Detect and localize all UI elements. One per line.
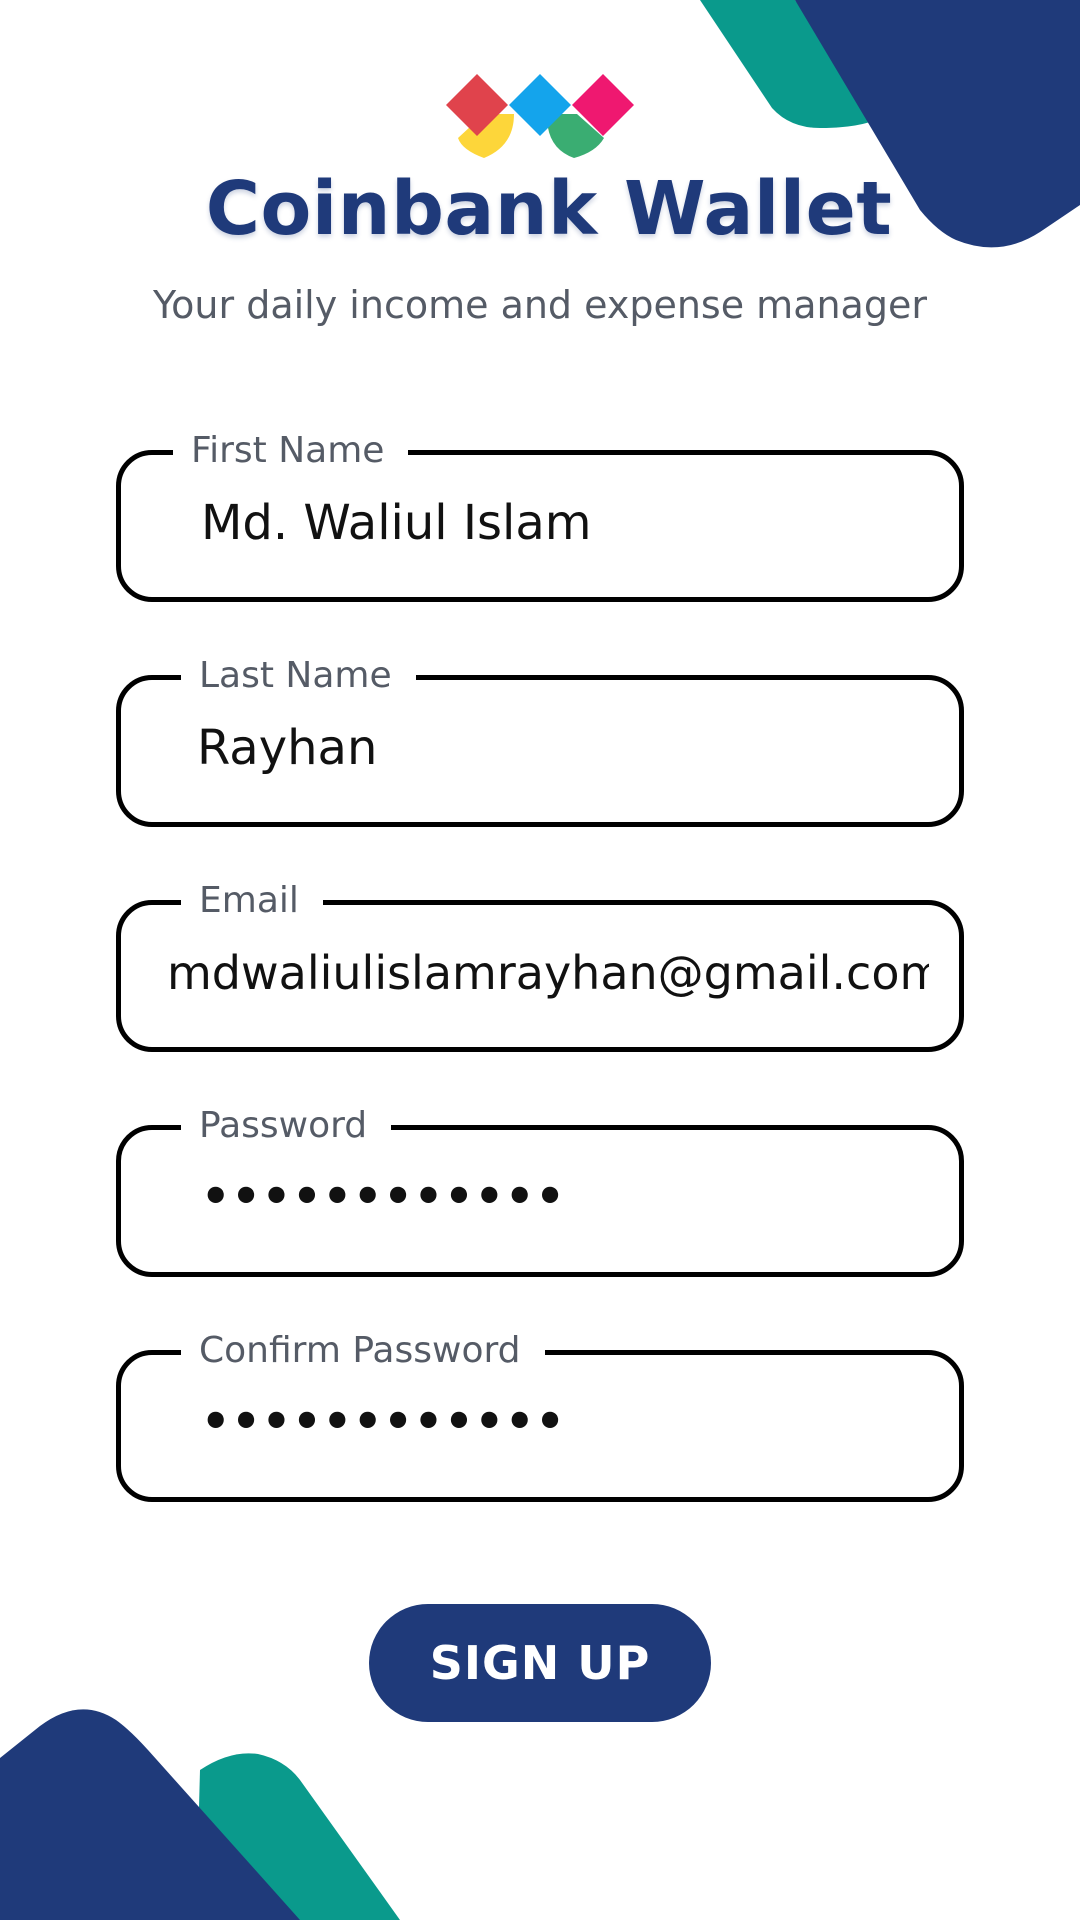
bottom-corner-decoration (0, 1709, 400, 1920)
email-field[interactable]: Email mdwaliulislamrayhan@gmail.com (116, 879, 964, 1052)
email-label: Email (181, 879, 323, 923)
first-name-input[interactable]: Md. Waliul Islam (201, 493, 929, 553)
confirm-password-field[interactable]: Confirm Password •••••••••••• (116, 1329, 964, 1502)
first-name-label: First Name (173, 429, 409, 473)
confirm-password-label: Confirm Password (181, 1329, 545, 1373)
last-name-label: Last Name (181, 654, 416, 698)
email-input[interactable]: mdwaliulislamrayhan@gmail.com (167, 943, 929, 1003)
app-subtitle: Your daily income and expense manager (153, 283, 927, 327)
password-input[interactable]: •••••••••••• (201, 1166, 929, 1226)
password-field[interactable]: Password •••••••••••• (116, 1104, 964, 1277)
app-title: Coinbank Wallet (205, 166, 893, 252)
signup-button[interactable]: SIGN UP (369, 1604, 711, 1722)
last-name-input[interactable]: Rayhan (197, 718, 929, 778)
confirm-password-input[interactable]: •••••••••••• (201, 1391, 929, 1451)
coinbank-logo-icon (446, 74, 634, 158)
password-label: Password (181, 1104, 392, 1148)
last-name-field[interactable]: Last Name Rayhan (116, 654, 964, 827)
signup-screen: Coinbank Wallet Your daily income and ex… (0, 0, 1080, 1920)
first-name-field[interactable]: First Name Md. Waliul Islam (116, 429, 964, 602)
